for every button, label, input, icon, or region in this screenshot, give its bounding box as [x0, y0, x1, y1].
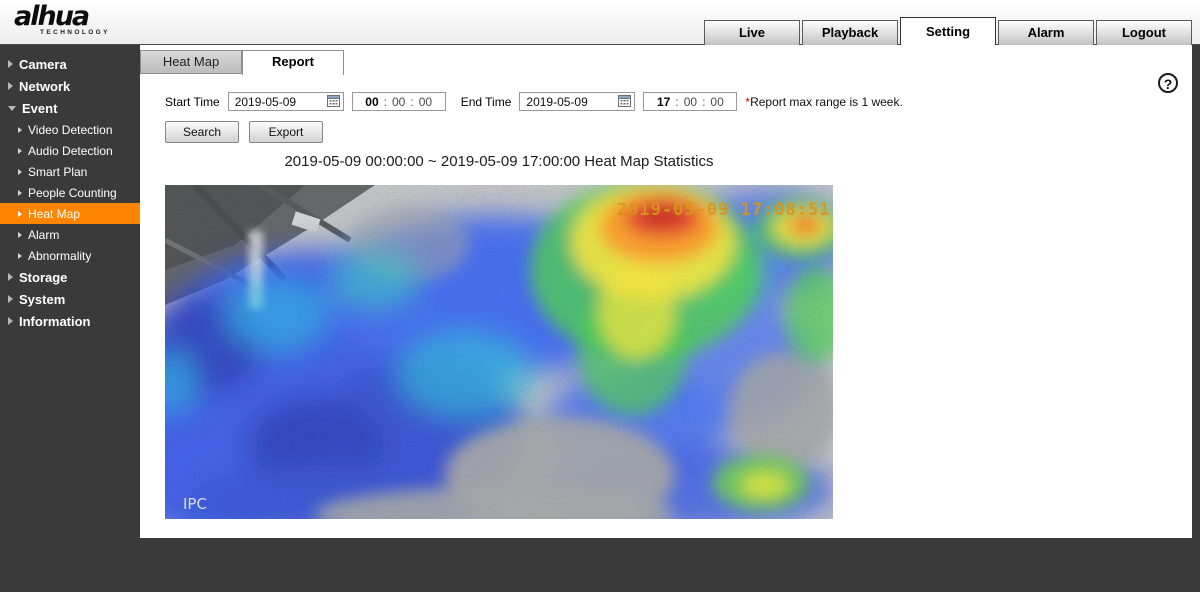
- sidebar-item-label: Event: [22, 101, 57, 116]
- sidebar-item-people-counting[interactable]: People Counting: [0, 182, 140, 203]
- arrow-right-icon: [18, 190, 22, 196]
- arrow-right-icon: [18, 169, 22, 175]
- end-time-input[interactable]: 17 : 00 : 00: [643, 92, 737, 111]
- start-time-input[interactable]: 00 : 00 : 00: [352, 92, 446, 111]
- sidebar-item-label: Camera: [19, 57, 67, 72]
- sidebar-item-abnormality[interactable]: Abnormality: [0, 245, 140, 266]
- sidebar-item-label: Alarm: [28, 228, 59, 242]
- heatmap-watermark: IPC: [183, 495, 207, 513]
- sidebar-item-event[interactable]: Event: [0, 97, 140, 119]
- dahua-web-ui: alhua TECHNOLOGY Live Playback Setting A…: [0, 0, 1200, 592]
- sidebar-item-label: Storage: [19, 270, 67, 285]
- action-buttons: Search Export: [165, 121, 323, 143]
- nav-logout[interactable]: Logout: [1096, 20, 1192, 46]
- nav-playback[interactable]: Playback: [802, 20, 898, 46]
- search-button[interactable]: Search: [165, 121, 239, 143]
- sidebar-item-label: Abnormality: [28, 249, 91, 263]
- arrow-right-icon: [18, 148, 22, 154]
- sidebar-item-storage[interactable]: Storage: [0, 266, 140, 288]
- heatmap-timestamp-overlay: 2019-05-09 17:08:51: [617, 200, 830, 220]
- time-separator: :: [410, 95, 413, 109]
- time-separator: :: [675, 95, 678, 109]
- nav-alarm[interactable]: Alarm: [998, 20, 1094, 46]
- sidebar-item-label: System: [19, 292, 65, 307]
- nav-live[interactable]: Live: [704, 20, 800, 46]
- end-date-input[interactable]: 2019-05-09: [519, 92, 635, 111]
- end-time-label: End Time: [461, 95, 512, 109]
- export-button[interactable]: Export: [249, 121, 323, 143]
- start-date-input[interactable]: 2019-05-09: [228, 92, 344, 111]
- chevron-right-icon: [8, 317, 13, 325]
- sidebar-item-label: People Counting: [28, 186, 117, 200]
- sidebar-item-label: Information: [19, 314, 91, 329]
- sidebar-item-audio-detection[interactable]: Audio Detection: [0, 140, 140, 161]
- start-time-label: Start Time: [165, 95, 220, 109]
- arrow-right-icon: [18, 232, 22, 238]
- sidebar-item-label: Video Detection: [28, 123, 113, 137]
- calendar-icon[interactable]: [327, 94, 340, 110]
- tab-heat-map[interactable]: Heat Map: [140, 50, 242, 74]
- dahua-logo: alhua TECHNOLOGY: [14, 3, 110, 36]
- start-minute[interactable]: 00: [392, 95, 405, 109]
- nav-setting[interactable]: Setting: [900, 17, 996, 46]
- sidebar-item-heat-map[interactable]: Heat Map: [0, 203, 140, 224]
- logo-text: alhua: [14, 3, 110, 31]
- top-nav: Live Playback Setting Alarm Logout: [704, 17, 1192, 46]
- chevron-right-icon: [8, 82, 13, 90]
- start-hour[interactable]: 00: [365, 95, 378, 109]
- tab-report[interactable]: Report: [242, 50, 344, 75]
- sidebar-item-system[interactable]: System: [0, 288, 140, 310]
- end-second[interactable]: 00: [710, 95, 723, 109]
- sidebar-item-label: Smart Plan: [28, 165, 87, 179]
- arrow-right-icon: [18, 211, 22, 217]
- chevron-right-icon: [8, 295, 13, 303]
- sidebar-item-network[interactable]: Network: [0, 75, 140, 97]
- arrow-right-icon: [18, 253, 22, 259]
- chevron-right-icon: [8, 273, 13, 281]
- sidebar-item-smart-plan[interactable]: Smart Plan: [0, 161, 140, 182]
- time-separator: :: [702, 95, 705, 109]
- tab-bar: Heat Map Report: [140, 50, 344, 75]
- start-second[interactable]: 00: [419, 95, 432, 109]
- sidebar: Camera Network Event Video Detection Aud…: [0, 45, 140, 332]
- calendar-icon[interactable]: [618, 94, 631, 110]
- time-range-form: Start Time 2019-05-09 00 : 00 : 00 End T…: [165, 92, 903, 111]
- sidebar-item-alarm[interactable]: Alarm: [0, 224, 140, 245]
- sidebar-item-camera[interactable]: Camera: [0, 53, 140, 75]
- range-note: *Report max range is 1 week.: [745, 95, 902, 109]
- sidebar-item-information[interactable]: Information: [0, 310, 140, 332]
- range-note-text: Report max range is 1 week.: [750, 95, 903, 109]
- top-bar: alhua TECHNOLOGY Live Playback Setting A…: [0, 0, 1200, 45]
- arrow-right-icon: [18, 127, 22, 133]
- end-hour[interactable]: 17: [657, 95, 670, 109]
- main-panel: Heat Map Report ? Start Time 2019-05-09 …: [140, 45, 1192, 538]
- chevron-down-icon: [8, 106, 16, 111]
- end-minute[interactable]: 00: [684, 95, 697, 109]
- end-date-value[interactable]: 2019-05-09: [526, 95, 618, 109]
- sidebar-item-label: Audio Detection: [28, 144, 113, 158]
- help-button[interactable]: ?: [1158, 73, 1178, 93]
- sidebar-item-video-detection[interactable]: Video Detection: [0, 119, 140, 140]
- start-date-value[interactable]: 2019-05-09: [235, 95, 327, 109]
- sidebar-item-label: Heat Map: [28, 207, 80, 221]
- sidebar-item-label: Network: [19, 79, 70, 94]
- chevron-right-icon: [8, 60, 13, 68]
- heat-map-image: 2019-05-09 17:08:51 IPC: [165, 185, 833, 519]
- time-separator: :: [384, 95, 387, 109]
- report-title: 2019-05-09 00:00:00 ~ 2019-05-09 17:00:0…: [165, 153, 833, 170]
